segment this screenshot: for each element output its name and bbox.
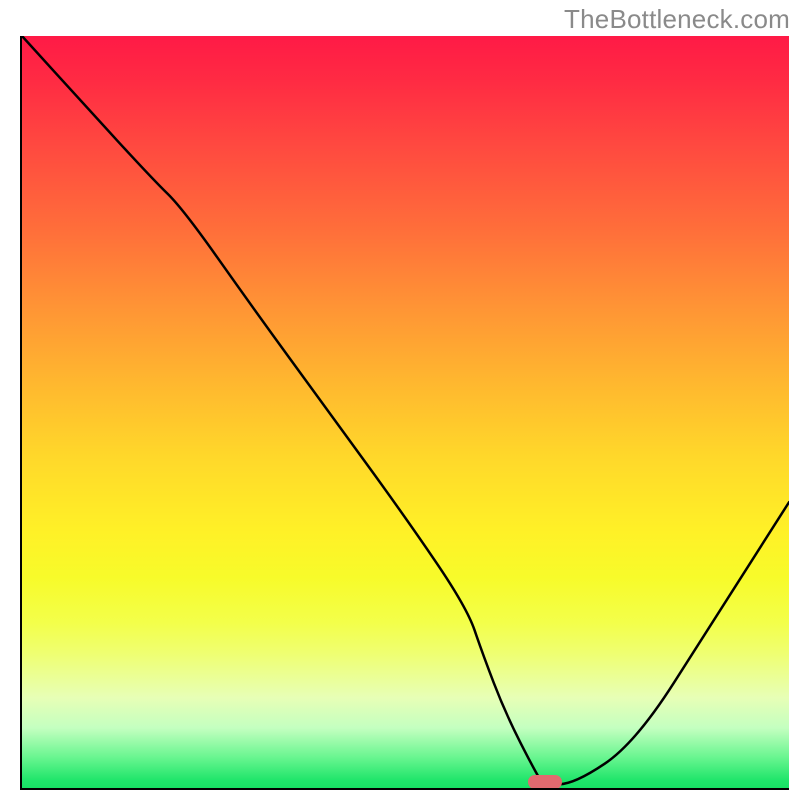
plot-area — [20, 36, 789, 790]
bottleneck-curve-path — [22, 36, 789, 784]
curve-svg — [22, 36, 789, 788]
watermark-text: TheBottleneck.com — [564, 4, 790, 35]
optimal-point-marker — [528, 775, 562, 789]
bottleneck-chart: TheBottleneck.com — [0, 0, 800, 800]
